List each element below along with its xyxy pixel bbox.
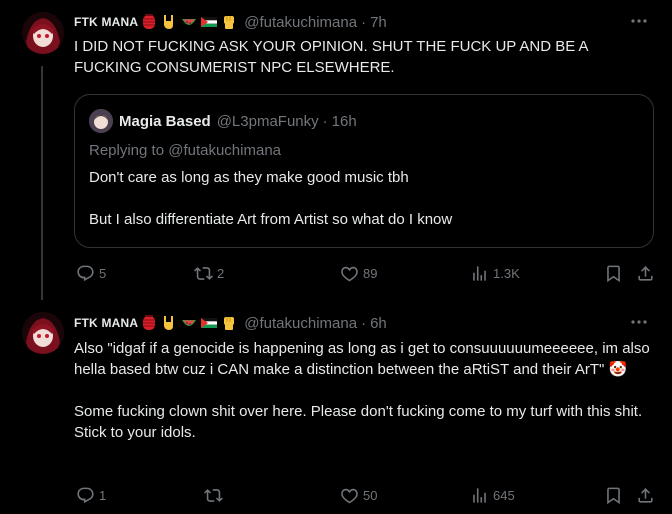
share-button[interactable] bbox=[636, 264, 655, 283]
quote-author-handle: @L3pmaFunky bbox=[216, 112, 319, 130]
tweet-text: Also "idgaf if a genocide is happening a… bbox=[74, 340, 650, 441]
repost-button[interactable]: 2 bbox=[194, 264, 224, 283]
repost-icon bbox=[204, 489, 223, 502]
more-icon[interactable] bbox=[628, 311, 650, 333]
author-handle[interactable]: @futakuchimana bbox=[244, 315, 357, 332]
palestine-flag-icon bbox=[201, 318, 218, 328]
rock-hand-emoji-icon bbox=[164, 15, 174, 29]
lantern-emoji-icon bbox=[143, 14, 156, 29]
bookmark-button[interactable] bbox=[604, 264, 623, 283]
tweet-actions: 1 50 645 bbox=[74, 486, 654, 508]
reply-button[interactable]: 5 bbox=[76, 264, 106, 283]
separator-dot: · bbox=[322, 112, 328, 130]
name-emojis bbox=[140, 13, 238, 31]
watermelon-emoji-icon bbox=[182, 320, 197, 326]
separator-dot: · bbox=[361, 13, 367, 31]
timestamp[interactable]: 7h bbox=[370, 14, 387, 31]
tweet-header: FTK MANA @futakuchimana · 7h bbox=[74, 11, 387, 33]
quote-author-name: Magia Based bbox=[119, 112, 211, 130]
views-count: 1.3K bbox=[493, 266, 520, 281]
like-icon bbox=[341, 488, 358, 504]
tweet-2[interactable]: FTK MANA @futakuchimana · 6h Also "idgaf… bbox=[0, 300, 672, 514]
tweet-header: FTK MANA @futakuchimana · 6h bbox=[74, 312, 387, 334]
like-count: 50 bbox=[363, 488, 378, 503]
lantern-emoji-icon bbox=[143, 315, 156, 330]
tweet-1[interactable]: FTK MANA @futakuchimana · 7h I DID NOT F… bbox=[0, 0, 672, 300]
like-icon bbox=[341, 266, 358, 282]
watermelon-emoji-icon bbox=[182, 19, 197, 25]
reply-button[interactable]: 1 bbox=[76, 486, 106, 505]
like-button[interactable]: 50 bbox=[340, 486, 377, 505]
raised-fist-emoji-icon bbox=[224, 317, 235, 330]
raised-fist-emoji-icon bbox=[224, 16, 235, 29]
views-button[interactable]: 645 bbox=[470, 486, 515, 505]
quote-avatar bbox=[89, 109, 113, 133]
views-button[interactable]: 1.3K bbox=[470, 264, 520, 283]
timestamp[interactable]: 6h bbox=[370, 315, 387, 332]
replying-to: Replying to @futakuchimana bbox=[89, 142, 281, 159]
quote-text: Don't care as long as they make good mus… bbox=[89, 169, 453, 228]
share-button[interactable] bbox=[636, 486, 655, 505]
reply-count: 5 bbox=[99, 266, 107, 281]
tweet-actions: 5 2 89 1.3K bbox=[74, 264, 654, 286]
quote-header: Magia Based @L3pmaFunky · 16h bbox=[89, 109, 357, 133]
like-count: 89 bbox=[363, 266, 378, 281]
views-icon bbox=[473, 266, 486, 281]
more-icon[interactable] bbox=[628, 10, 650, 32]
like-button[interactable]: 89 bbox=[340, 264, 377, 283]
tweet-text: I DID NOT FUCKING ASK YOUR OPINION. SHUT… bbox=[74, 38, 592, 76]
share-icon bbox=[638, 266, 653, 281]
name-emojis bbox=[140, 314, 238, 332]
palestine-flag-icon bbox=[201, 17, 218, 27]
bookmark-icon bbox=[607, 265, 620, 283]
quote-timestamp: 16h bbox=[331, 112, 357, 130]
author-name[interactable]: FTK MANA bbox=[74, 15, 138, 29]
reply-count: 1 bbox=[99, 488, 107, 503]
repost-icon bbox=[194, 267, 213, 280]
bookmark-icon bbox=[607, 487, 620, 505]
rock-hand-emoji-icon bbox=[164, 316, 174, 330]
repost-count: 2 bbox=[217, 266, 225, 281]
author-name[interactable]: FTK MANA bbox=[74, 316, 138, 330]
views-icon bbox=[473, 488, 486, 503]
separator-dot: · bbox=[361, 314, 367, 332]
avatar[interactable] bbox=[22, 312, 64, 354]
quoted-tweet[interactable]: Magia Based @L3pmaFunky · 16h Replying t… bbox=[74, 94, 654, 248]
share-icon bbox=[638, 488, 653, 503]
author-handle[interactable]: @futakuchimana bbox=[244, 14, 357, 31]
avatar[interactable] bbox=[22, 12, 64, 54]
views-count: 645 bbox=[493, 488, 515, 503]
reply-icon bbox=[77, 265, 94, 282]
reply-icon bbox=[77, 487, 94, 504]
bookmark-button[interactable] bbox=[604, 486, 623, 505]
repost-button[interactable] bbox=[204, 486, 227, 505]
